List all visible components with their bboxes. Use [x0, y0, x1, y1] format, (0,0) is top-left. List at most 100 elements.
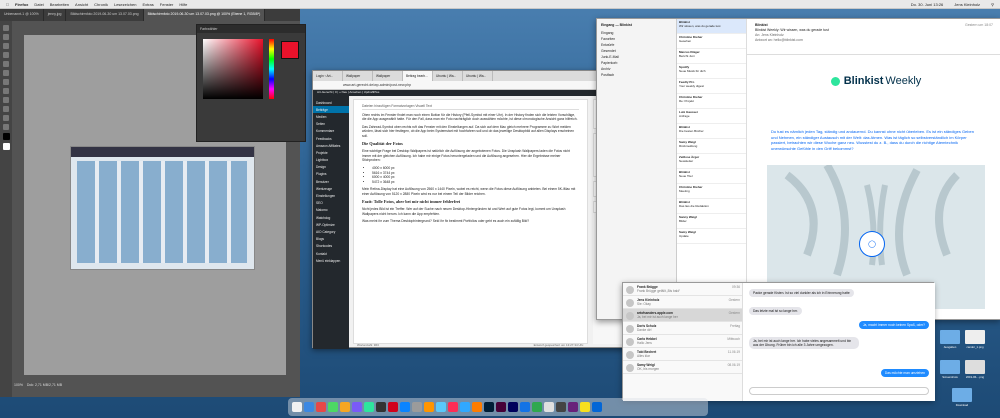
dock-app-icon[interactable]	[340, 402, 350, 412]
dock-app-icon[interactable]	[580, 402, 590, 412]
incoming-message[interactable]: Packe gerade Kisten. Ist so viel dunkler…	[749, 289, 854, 297]
message-list-item[interactable]: Spotify Neue Musik für dich	[677, 64, 746, 79]
wp-menu-item[interactable]: Plugins	[313, 171, 349, 178]
dock-app-icon[interactable]	[532, 402, 542, 412]
dock-app-icon[interactable]	[520, 402, 530, 412]
wp-menu-item[interactable]: Lightbox	[313, 157, 349, 164]
document-tab-active[interactable]: Bildschirmfoto 2019-06-30 um 13.07.03.pn…	[143, 9, 266, 21]
clock[interactable]: Do. 30. Juni 13:26	[911, 2, 943, 7]
wp-menu-item[interactable]: Menü einklappen	[313, 257, 349, 264]
dock-app-icon[interactable]	[592, 402, 602, 412]
menu-item[interactable]: Bearbeiten	[50, 2, 69, 7]
conversation-item[interactable]: artofsanders.apple.com Gestern Ja, bei mi…	[623, 309, 742, 322]
menu-item[interactable]: Lesezeichen	[114, 2, 136, 7]
dock-app-icon[interactable]	[352, 402, 362, 412]
crop-tool-icon[interactable]	[3, 52, 9, 58]
menubar-app-name[interactable]: Firefox	[15, 2, 28, 7]
wp-menu-item[interactable]: Design	[313, 164, 349, 171]
lasso-tool-icon[interactable]	[3, 43, 9, 49]
wp-menu-item[interactable]: Benutzer	[313, 178, 349, 185]
eraser-tool-icon[interactable]	[3, 79, 9, 85]
image-file-icon[interactable]	[965, 330, 985, 344]
message-list-item[interactable]: Blinkist Die besten Bücher	[677, 124, 746, 139]
dock-app-icon[interactable]	[304, 402, 314, 412]
document-tab[interactable]: Unbenannt-1 @ 100%	[0, 9, 44, 21]
wp-menu-item[interactable]: Medien	[313, 113, 349, 120]
message-list-item[interactable]: Zeitlose Ärger Newsletter	[677, 154, 746, 169]
dock-app-icon[interactable]	[568, 402, 578, 412]
conversation-item[interactable]: Doris Schulz Freitag Danke dir!	[623, 322, 742, 335]
browser-tab[interactable]: Ubuntu | Wa...	[433, 71, 463, 81]
search-icon[interactable]: ⚲	[991, 2, 994, 7]
move-tool-icon[interactable]	[3, 25, 9, 31]
dock-app-icon[interactable]	[556, 402, 566, 412]
wp-menu-item[interactable]: WP-Optimize	[313, 221, 349, 228]
dock-app-icon[interactable]	[484, 402, 494, 412]
gradient-tool-icon[interactable]	[3, 88, 9, 94]
dock-app-icon[interactable]	[400, 402, 410, 412]
message-list-item[interactable]: Blinkist Wir wissen, was du gerade tust	[677, 19, 746, 34]
menu-item[interactable]: Chronik	[94, 2, 108, 7]
wp-menu-item[interactable]: Blogs	[313, 236, 349, 243]
marquee-tool-icon[interactable]	[3, 34, 9, 40]
wp-menu-item[interactable]: Einstellungen	[313, 192, 349, 199]
color-field[interactable]	[203, 39, 263, 99]
post-editor[interactable]: Dateien hinzufügen Formatvorlagen Visuel…	[353, 99, 588, 344]
url-text[interactable]: www.art-gerecht.de/wp-admin/post-new.php	[343, 83, 411, 87]
conversation-item[interactable]: Jens Kleinholz Gestern Sie: Okay	[623, 296, 742, 309]
dock-app-icon[interactable]	[508, 402, 518, 412]
text-tool-icon[interactable]	[3, 97, 9, 103]
hue-slider[interactable]	[269, 39, 274, 99]
message-list-item[interactable]: Samy Weigl Rückmeldung	[677, 139, 746, 154]
wp-menu-item[interactable]: Dashboard	[313, 99, 349, 106]
document-tab[interactable]: jenny.jpg	[44, 9, 67, 21]
menu-item[interactable]: Fenster	[160, 2, 174, 7]
wp-menu-item[interactable]: Feedbacks	[313, 135, 349, 142]
dock-app-icon[interactable]	[376, 402, 386, 412]
conversation-item[interactable]: Tobi Bechert 11.06.19 Alles klar	[623, 348, 742, 361]
dock-app-icon[interactable]	[388, 402, 398, 412]
message-list-item[interactable]: Christine Dreher Meeting	[677, 184, 746, 199]
message-list-item[interactable]: Lutz Gausser Anfrage	[677, 109, 746, 124]
outgoing-message[interactable]: Das möchte man umziehen	[880, 369, 929, 377]
browser-tab[interactable]: Login ‹ Art...	[313, 71, 343, 81]
dock-app-icon[interactable]	[472, 402, 482, 412]
wp-menu-item[interactable]: Shortcodes	[313, 243, 349, 250]
message-list-item[interactable]: Christine Dreher Re: Projekt	[677, 94, 746, 109]
wp-menu-item[interactable]: Seiten	[313, 121, 349, 128]
document-tab[interactable]: Bildschirmfoto 2019-06-30 um 13.07.03.pn…	[66, 9, 144, 21]
wp-menu-item[interactable]: Kommentare	[313, 128, 349, 135]
eyedropper-tool-icon[interactable]	[3, 61, 9, 67]
dock-app-icon[interactable]	[316, 402, 326, 412]
dock-app-icon[interactable]	[448, 402, 458, 412]
message-list-item[interactable]: Feedly Pro Your weekly digest	[677, 79, 746, 94]
browser-tab[interactable]: Ubuntu | Wa...	[463, 71, 493, 81]
message-list-item[interactable]: Marcus Kläger Bericht Juni	[677, 49, 746, 64]
editor-toolbar[interactable]: Dateien hinzufügen Formatvorlagen Visuel…	[362, 104, 579, 110]
message-list-item[interactable]: Samy Weigl Update	[677, 229, 746, 244]
foreground-color-swatch[interactable]	[2, 133, 10, 140]
user-name[interactable]: Jens Kleinholz	[954, 2, 980, 7]
folder-icon[interactable]	[940, 360, 960, 374]
message-list-item[interactable]: Sanny Weigl Bilder	[677, 214, 746, 229]
message-list-item[interactable]: Blinkist Das lies die Redaktion	[677, 199, 746, 214]
conversation-item[interactable]: Carlo Hebbel Mittwoch Hallo Jens	[623, 335, 742, 348]
dock-app-icon[interactable]	[424, 402, 434, 412]
dock-app-icon[interactable]	[328, 402, 338, 412]
wp-menu-item[interactable]: Beiträge	[313, 106, 349, 114]
brush-tool-icon[interactable]	[3, 70, 9, 76]
menu-item[interactable]: Datei	[34, 2, 43, 7]
zoom-tool-icon[interactable]	[3, 124, 9, 130]
wp-menu-item[interactable]: Werkzeuge	[313, 185, 349, 192]
browser-tab-active[interactable]: Beitrag bearb...	[403, 71, 433, 81]
folder-icon[interactable]	[940, 330, 960, 344]
incoming-message[interactable]: Das letzte mal ist so lange her.	[749, 307, 802, 315]
blinkist-logo[interactable]: Blinkist Weekly	[767, 61, 985, 101]
wp-menu-item[interactable]: SEO	[313, 200, 349, 207]
wp-menu-item[interactable]: Projekte	[313, 149, 349, 156]
wp-menu-item[interactable]: AIO Category	[313, 228, 349, 235]
dock-app-icon[interactable]	[460, 402, 470, 412]
mail-folder[interactable]: Postfach	[601, 72, 672, 78]
pen-tool-icon[interactable]	[3, 106, 9, 112]
menu-item[interactable]: Extras	[142, 2, 153, 7]
